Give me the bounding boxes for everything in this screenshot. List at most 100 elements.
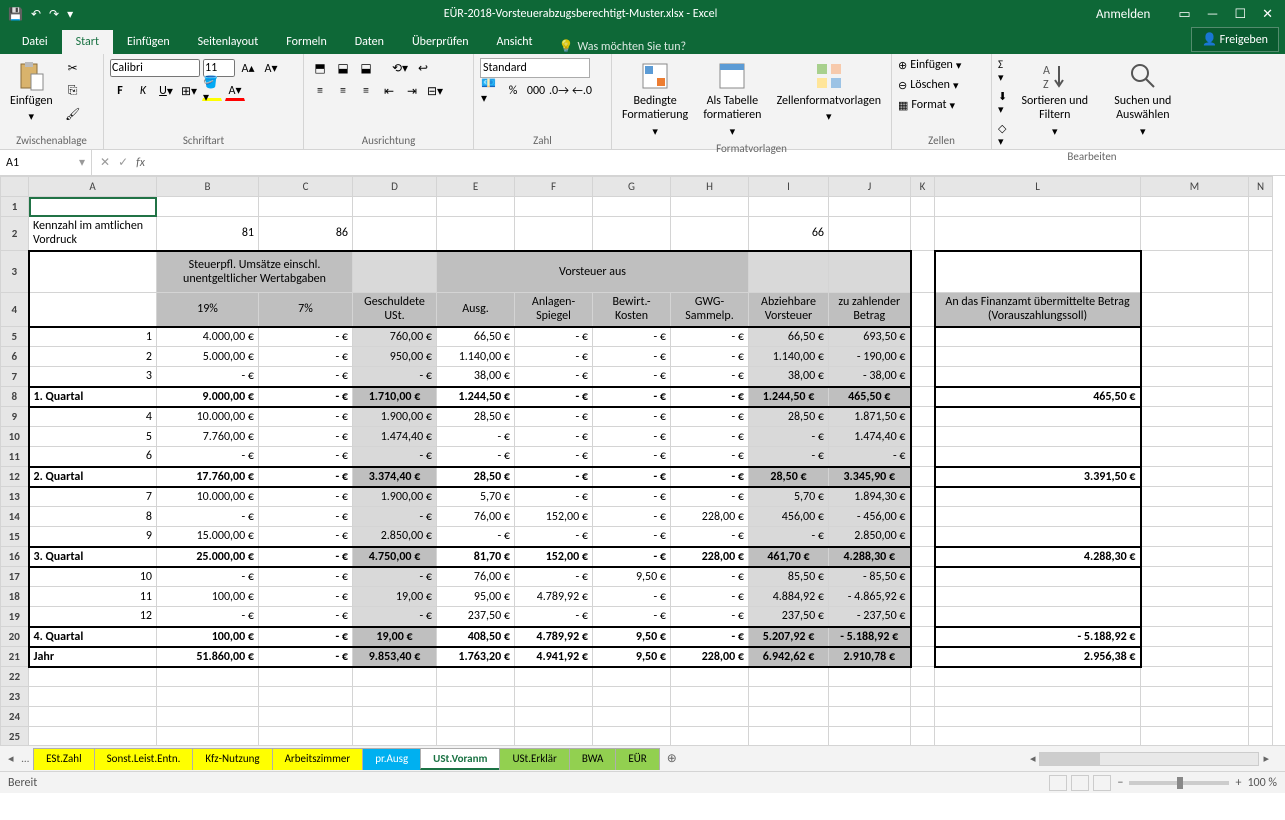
tab-seitenlayout[interactable]: Seitenlayout [184, 30, 273, 54]
sheet-tab-USt.Erklär[interactable]: USt.Erklär [499, 748, 569, 770]
row-header[interactable]: 10 [1, 427, 29, 447]
cell[interactable]: 4.789,92 € [515, 627, 593, 647]
cell[interactable]: 408,50 € [437, 627, 515, 647]
cell[interactable]: 10.000,00 € [157, 407, 259, 427]
tab-daten[interactable]: Daten [341, 30, 398, 54]
cell[interactable] [1249, 347, 1273, 367]
find-select-button[interactable]: Suchen und Auswählen▾ [1100, 58, 1186, 140]
cell[interactable]: - € [671, 467, 749, 487]
cell[interactable]: 1.710,00 € [353, 387, 437, 407]
cell[interactable]: 7.760,00 € [157, 427, 259, 447]
cell[interactable] [1141, 367, 1249, 387]
cell[interactable] [911, 687, 935, 707]
sheet-tab-EÜR[interactable]: EÜR [615, 748, 659, 770]
cell[interactable]: 38,00 € [749, 367, 829, 387]
cell[interactable]: 5,70 € [749, 487, 829, 507]
cell[interactable] [935, 447, 1141, 467]
cell[interactable] [935, 667, 1141, 687]
cell[interactable] [749, 707, 829, 727]
cell[interactable] [829, 707, 911, 727]
cell[interactable] [911, 347, 935, 367]
tab-einfuegen[interactable]: Einfügen [113, 30, 184, 54]
tab-ansicht[interactable]: Ansicht [483, 30, 547, 54]
cell[interactable]: - € [157, 567, 259, 587]
cell[interactable] [935, 687, 1141, 707]
maximize-icon[interactable]: ☐ [1234, 7, 1246, 22]
sheet-tab-USt.Voranm[interactable]: USt.Voranm [420, 748, 500, 770]
currency-icon[interactable]: 💶▾ [480, 81, 500, 101]
cell[interactable]: - € [593, 407, 671, 427]
cell[interactable]: 4.288,30 € [935, 547, 1141, 567]
insert-cells-button[interactable]: ⊕ Einfügen ▾ [898, 58, 961, 72]
ribbon-options-icon[interactable]: ▭ [1178, 7, 1190, 22]
cell[interactable]: 28,50 € [749, 467, 829, 487]
cell[interactable] [1141, 427, 1249, 447]
cell[interactable] [1141, 407, 1249, 427]
cell[interactable] [911, 527, 935, 547]
cell[interactable]: - € [259, 447, 353, 467]
tab-nav-first[interactable]: ◂ [4, 752, 18, 765]
cancel-icon[interactable]: ✕ [100, 155, 110, 170]
cell[interactable] [1249, 447, 1273, 467]
cell[interactable]: 152,00 € [515, 547, 593, 567]
cell[interactable]: - € [515, 607, 593, 627]
cell[interactable]: - € [593, 527, 671, 547]
merge-icon[interactable]: ⊟▾ [425, 81, 445, 101]
cell[interactable]: 1.474,40 € [353, 427, 437, 447]
cell[interactable]: - € [259, 607, 353, 627]
cell[interactable] [935, 727, 1141, 746]
cell[interactable] [911, 587, 935, 607]
cell[interactable] [1141, 507, 1249, 527]
cell[interactable]: 11 [29, 587, 157, 607]
redo-icon[interactable]: ↷ [49, 7, 59, 22]
cell[interactable]: - € [353, 567, 437, 587]
cell[interactable]: - € [593, 607, 671, 627]
cell[interactable] [935, 507, 1141, 527]
undo-icon[interactable]: ↶ [31, 7, 41, 22]
cell[interactable]: 1.244,50 € [437, 387, 515, 407]
cell[interactable] [1249, 587, 1273, 607]
number-format-select[interactable]: Standard [480, 58, 590, 78]
cell[interactable] [671, 727, 749, 746]
cell[interactable]: - € [515, 447, 593, 467]
cell[interactable]: 81,70 € [437, 547, 515, 567]
cell[interactable]: - € [671, 487, 749, 507]
cell[interactable] [593, 727, 671, 746]
page-break-view-icon[interactable] [1093, 775, 1111, 791]
cell[interactable]: 465,50 € [829, 387, 911, 407]
cell[interactable]: 7 [29, 487, 157, 507]
sheet-tab-BWA[interactable]: BWA [569, 748, 617, 770]
cell[interactable]: 85,50 € [749, 567, 829, 587]
align-top-icon[interactable]: ⬒ [310, 58, 330, 78]
tab-formeln[interactable]: Formeln [272, 30, 340, 54]
cell[interactable] [935, 487, 1141, 507]
cell[interactable]: 1 [29, 327, 157, 347]
fill-icon[interactable]: ⬇ ▾ [998, 90, 1010, 116]
format-cells-button[interactable]: ▦ Format ▾ [898, 98, 955, 112]
row-header[interactable]: 9 [1, 407, 29, 427]
cell[interactable]: 1.763,20 € [437, 647, 515, 667]
cell[interactable]: 456,00 € [749, 507, 829, 527]
cell[interactable] [29, 687, 157, 707]
cell[interactable]: 3 [29, 367, 157, 387]
cell[interactable]: 950,00 € [353, 347, 437, 367]
cell[interactable]: - € [259, 507, 353, 527]
cell[interactable]: 1.140,00 € [749, 347, 829, 367]
cell[interactable]: - € [593, 487, 671, 507]
cell[interactable] [353, 707, 437, 727]
cell[interactable]: 1.900,00 € [353, 407, 437, 427]
cell[interactable]: 1.244,50 € [749, 387, 829, 407]
col-H[interactable]: H [671, 177, 749, 197]
cell[interactable]: - € [593, 347, 671, 367]
row-header[interactable]: 21 [1, 647, 29, 667]
thousands-icon[interactable]: 000 [526, 81, 546, 101]
cell[interactable]: 9,50 € [593, 647, 671, 667]
column-headers[interactable]: ABCDEFGHIJKLMN [1, 177, 1273, 197]
copy-icon[interactable]: ⎘ [63, 81, 83, 101]
cell[interactable]: 4. Quartal [29, 627, 157, 647]
cell[interactable]: 19,00 € [353, 627, 437, 647]
col-J[interactable]: J [829, 177, 911, 197]
col-I[interactable]: I [749, 177, 829, 197]
cell[interactable]: - € [515, 387, 593, 407]
cell[interactable]: - € [259, 387, 353, 407]
